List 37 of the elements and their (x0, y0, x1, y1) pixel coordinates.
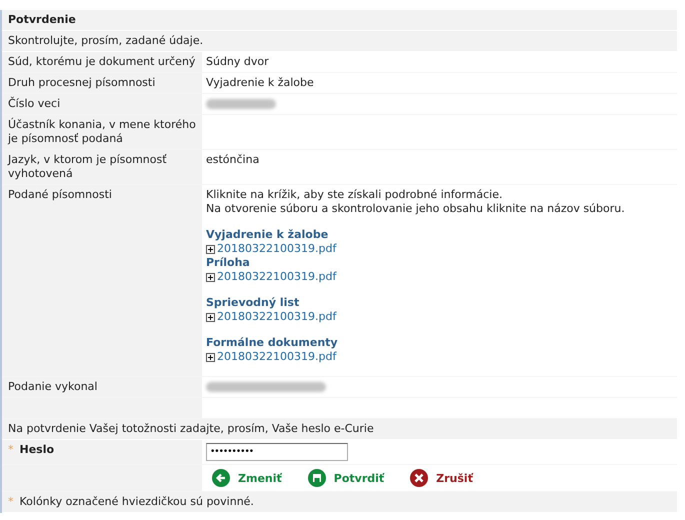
field-label: Druh procesnej písomnosti (8, 76, 156, 89)
expand-icon[interactable] (206, 352, 215, 362)
expand-icon[interactable] (206, 312, 215, 322)
document-group-title: Formálne dokumenty (206, 336, 339, 350)
save-button[interactable]: Potvrdiť (308, 469, 384, 487)
password-label: Heslo (20, 443, 54, 456)
password-field[interactable]: •••••••••• (206, 443, 348, 461)
expand-icon[interactable] (206, 244, 215, 254)
cancel-button[interactable]: Zrušiť (410, 469, 473, 487)
field-label: Účastník konania, v mene ktorého je písomnosť podaná (8, 118, 196, 145)
form-title: Potvrdenie (8, 13, 76, 26)
file-link[interactable]: 20180322100319.pdf (217, 270, 336, 284)
field-label: Číslo veci (8, 97, 60, 110)
back-button[interactable]: Zmeniť (212, 469, 282, 487)
floppy-disk-icon (308, 469, 326, 487)
field-value: Súdny dvor (206, 55, 269, 68)
hint-text: Na otvorenie súboru a skontrolovanie jeho obsahu kliknite na názov súboru. (206, 202, 626, 216)
document-group-title: Príloha (206, 256, 251, 270)
required-mark: * (8, 495, 14, 508)
field-label: Podanie vykonal (8, 380, 98, 393)
field-label: Súd, ktorému je dokument určený (8, 55, 196, 68)
field-value: estónčina (206, 153, 260, 166)
field-label: Podané písomnosti (8, 188, 112, 201)
document-group-title: Sprievodný list (206, 296, 300, 310)
field-label: Jazyk, v ktorom je písomnosť vyhotovená (8, 153, 167, 180)
expand-icon[interactable] (206, 272, 215, 282)
password-prompt: Na potvrdenie Vašej totožnosti zadajte, prosím, Vaše heslo e-Curie (8, 422, 374, 435)
close-icon (410, 469, 428, 487)
field-value: Vyjadrenie k žalobe (206, 76, 314, 89)
required-mark: * (8, 443, 14, 456)
footnote-text: Kolónky označené hviezdičkou sú povinné. (20, 495, 254, 508)
file-link[interactable]: 20180322100319.pdf (217, 350, 336, 364)
file-link[interactable]: 20180322100319.pdf (217, 242, 336, 256)
document-group-title: Vyjadrenie k žalobe (206, 228, 330, 242)
instruction-text: Skontrolujte, prosím, zadané údaje. (8, 34, 204, 47)
file-link[interactable]: 20180322100319.pdf (217, 310, 336, 324)
hint-text: Kliknite na krížik, aby ste získali podrobné informácie. (206, 188, 504, 202)
